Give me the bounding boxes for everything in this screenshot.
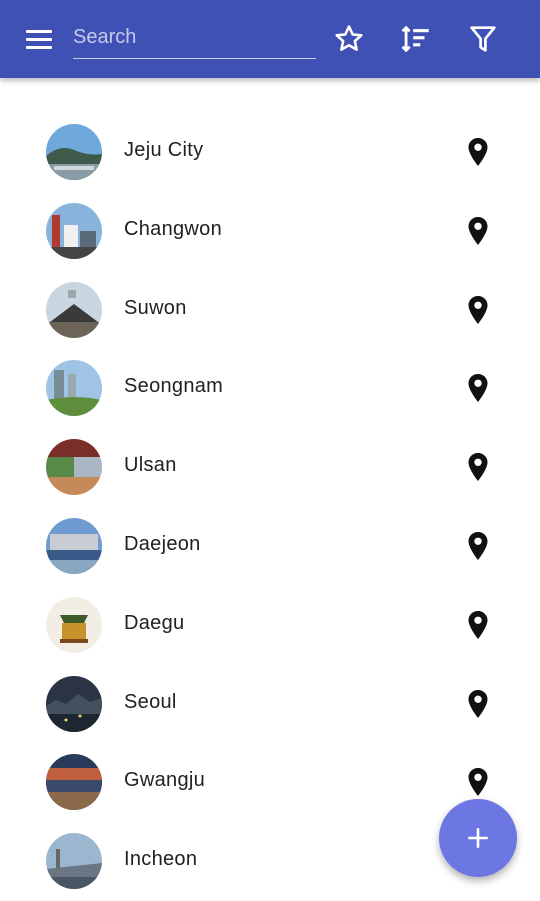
city-name: Changwon — [124, 217, 223, 240]
map-pin-icon[interactable] — [466, 295, 490, 325]
city-thumbnail — [46, 517, 102, 574]
city-name: Daegu — [124, 611, 185, 634]
city-name: Incheon — [124, 848, 198, 871]
map-pin-icon[interactable] — [466, 373, 490, 403]
map-pin-icon[interactable] — [466, 216, 490, 246]
city-name: Gwangju — [124, 769, 206, 792]
city-name: Ulsan — [124, 454, 177, 477]
list-item[interactable]: Seoul — [0, 665, 540, 744]
city-name: Jeju City — [124, 139, 204, 161]
search-input[interactable] — [73, 18, 316, 56]
list-item[interactable]: Suwon — [0, 271, 540, 350]
city-name: Seongnam — [124, 375, 224, 398]
city-thumbnail — [46, 439, 102, 496]
add-button[interactable] — [439, 799, 517, 877]
map-pin-icon[interactable] — [466, 610, 490, 640]
list-item[interactable]: Daejeon — [0, 507, 540, 586]
sort-icon[interactable] — [399, 22, 433, 56]
city-thumbnail — [46, 754, 102, 811]
city-thumbnail — [46, 360, 102, 417]
list-item[interactable]: Seongnam — [0, 349, 540, 428]
list-item[interactable]: Daegu — [0, 586, 540, 665]
city-thumbnail — [46, 202, 102, 259]
map-pin-icon[interactable] — [466, 689, 490, 719]
star-icon[interactable] — [332, 22, 366, 56]
city-thumbnail — [46, 281, 102, 338]
city-thumbnail — [46, 833, 102, 890]
map-pin-icon[interactable] — [466, 767, 490, 797]
city-list: Jeju City Changwon Suwon Seongnam Ulsan Daeje… — [0, 113, 540, 901]
city-thumbnail — [46, 596, 102, 653]
map-pin-icon[interactable] — [466, 531, 490, 561]
city-name: Daejeon — [124, 532, 201, 555]
list-item[interactable]: Jeju City — [0, 113, 540, 192]
city-name: Suwon — [124, 296, 187, 319]
app-bar — [0, 0, 540, 78]
city-thumbnail — [46, 124, 102, 180]
city-name: Seoul — [124, 690, 177, 713]
map-pin-icon[interactable] — [466, 452, 490, 482]
list-item[interactable]: Changwon — [0, 192, 540, 271]
map-pin-icon[interactable] — [466, 137, 490, 167]
list-item[interactable]: Ulsan — [0, 428, 540, 507]
menu-icon[interactable] — [24, 27, 54, 53]
city-thumbnail — [46, 675, 102, 732]
filter-icon[interactable] — [466, 22, 500, 56]
search-field — [73, 18, 316, 59]
plus-icon — [468, 828, 488, 848]
